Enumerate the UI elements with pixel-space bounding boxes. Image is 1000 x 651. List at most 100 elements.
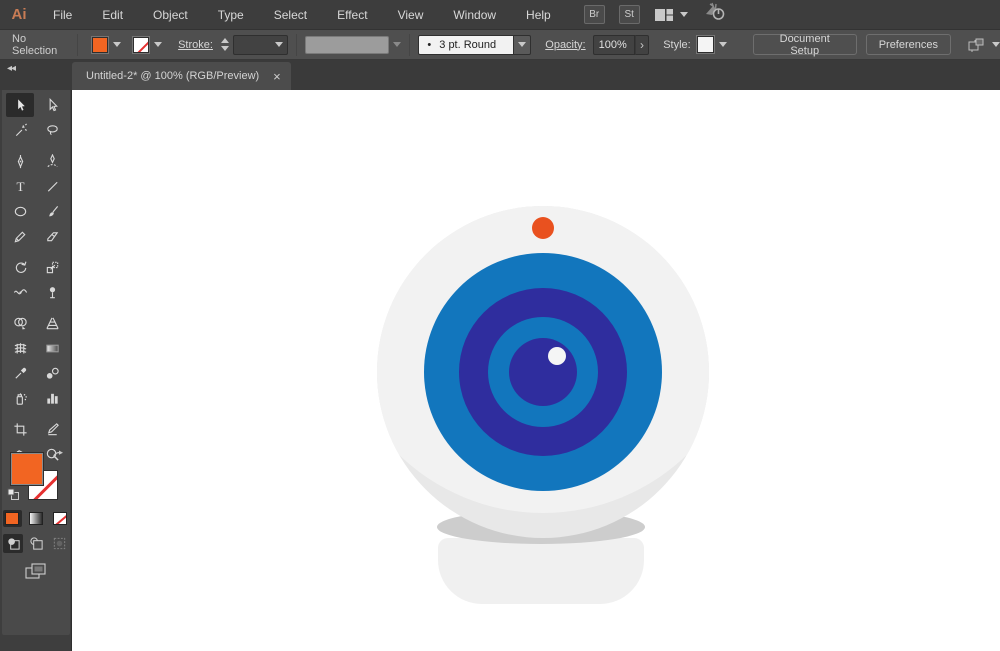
tool-eraser[interactable] [38, 224, 66, 248]
tool-direct-selection[interactable] [38, 93, 66, 117]
brush-value: 3 pt. Round [439, 38, 497, 51]
tool-artboard[interactable] [6, 417, 34, 441]
tool-slice[interactable] [38, 417, 66, 441]
chevron-down-icon [393, 42, 402, 47]
tool-column-graph[interactable] [38, 386, 66, 410]
collapse-panel-button[interactable]: ◂◂ [7, 63, 16, 74]
fill-indicator[interactable] [10, 452, 44, 486]
gradient-mode-button[interactable] [27, 510, 46, 527]
arrange-documents-icon [654, 8, 673, 21]
brush-chevron-button[interactable] [514, 34, 532, 55]
menu-object[interactable]: Object [143, 0, 198, 30]
tool-ellipse[interactable] [6, 199, 34, 223]
webcam-lens-pupil[interactable] [509, 338, 577, 406]
tool-type[interactable]: T [6, 174, 34, 198]
webcam-lens-ring-indigo[interactable] [459, 288, 627, 456]
style-swatch[interactable] [696, 36, 714, 53]
opacity-input[interactable]: 100% [592, 34, 635, 55]
color-mode-row [2, 510, 70, 527]
main-area: T [0, 90, 1000, 651]
tool-symbol-sprayer[interactable] [6, 386, 34, 410]
slice-knife-icon [47, 422, 59, 435]
menu-edit[interactable]: Edit [92, 0, 133, 30]
arrange-documents-button[interactable] [654, 8, 688, 22]
chevron-down-icon [518, 42, 527, 47]
stroke-width-stepper[interactable] [220, 38, 229, 51]
opacity-panel-link[interactable]: Opacity: [545, 39, 585, 51]
menu-window[interactable]: Window [443, 0, 506, 30]
tool-line-segment[interactable] [38, 174, 66, 198]
tool-perspective-grid[interactable] [38, 311, 66, 335]
stroke-panel-link[interactable]: Stroke: [178, 39, 213, 51]
tool-lasso[interactable] [38, 118, 66, 142]
menu-items: File Edit Object Type Select Effect View… [38, 0, 566, 30]
webcam-lens-highlight [548, 347, 566, 365]
line-segment-icon [47, 181, 58, 192]
none-mode-button[interactable] [51, 510, 70, 527]
draw-behind-button[interactable] [26, 534, 46, 553]
touch-workspace-button[interactable] [702, 2, 728, 27]
tool-eyedropper[interactable] [6, 361, 34, 385]
close-tab-button[interactable]: × [273, 70, 281, 83]
step-up-icon[interactable] [220, 38, 229, 43]
fill-color-swatch[interactable] [92, 36, 109, 53]
menu-select[interactable]: Select [264, 0, 317, 30]
draw-normal-button[interactable] [3, 534, 23, 553]
stroke-width-dropdown[interactable] [232, 34, 289, 55]
tool-curvature[interactable] [38, 149, 66, 173]
tool-pen[interactable] [6, 149, 34, 173]
align-panel-menu[interactable] [967, 37, 1000, 53]
tool-scale[interactable] [38, 255, 66, 279]
chevron-down-icon[interactable] [113, 42, 122, 47]
stroke-color-dropdown[interactable] [133, 36, 163, 53]
stock-button[interactable]: St [618, 5, 640, 24]
tool-gradient[interactable] [38, 336, 66, 360]
tool-shaper[interactable] [6, 224, 34, 248]
change-screen-mode-button[interactable] [2, 562, 70, 581]
tool-rotate[interactable] [6, 255, 34, 279]
color-mode-button[interactable] [2, 510, 22, 527]
style-dropdown[interactable] [696, 36, 727, 53]
webcam-led-dot[interactable] [532, 217, 554, 239]
brush-field[interactable]: • 3 pt. Round [418, 34, 515, 55]
swap-fill-stroke-icon[interactable] [52, 450, 65, 462]
chevron-down-icon[interactable] [154, 42, 163, 47]
tool-width[interactable] [6, 280, 34, 304]
step-down-icon[interactable] [220, 46, 229, 51]
tool-magic-wand[interactable] [6, 118, 34, 142]
document-tab[interactable]: Untitled-2* @ 100% (RGB/Preview) × [72, 62, 291, 90]
menu-help[interactable]: Help [516, 0, 561, 30]
separator [296, 33, 298, 56]
opacity-slider-button[interactable]: › [634, 34, 650, 55]
perspective-grid-icon [45, 317, 59, 329]
brush-definition-dropdown[interactable]: • 3 pt. Round [418, 34, 532, 55]
preferences-button[interactable]: Preferences [865, 34, 951, 55]
tool-puppet-warp[interactable] [38, 280, 66, 304]
menu-file[interactable]: File [43, 0, 82, 30]
document-tab-title: Untitled-2* @ 100% (RGB/Preview) [86, 70, 260, 82]
canvas[interactable] [72, 90, 1000, 651]
stroke-none-swatch[interactable] [133, 36, 150, 53]
menu-effect[interactable]: Effect [327, 0, 377, 30]
webcam-lens-outer[interactable] [424, 253, 662, 491]
chevron-down-icon[interactable] [718, 42, 727, 47]
tool-dock-header: ◂◂ [0, 60, 72, 90]
tool-mesh[interactable] [6, 336, 34, 360]
mesh-icon [14, 342, 26, 353]
webcam-base[interactable] [438, 538, 644, 604]
tool-selection[interactable] [6, 93, 34, 117]
eyedropper-icon [14, 367, 26, 379]
webcam-lens-ring-blue[interactable] [488, 317, 598, 427]
default-fill-stroke-icon[interactable] [7, 488, 20, 501]
menu-view[interactable]: View [388, 0, 434, 30]
webcam-sphere[interactable] [377, 206, 709, 538]
tool-paintbrush[interactable] [38, 199, 66, 223]
menu-type[interactable]: Type [208, 0, 254, 30]
chevron-down-icon[interactable] [992, 42, 1000, 47]
document-setup-button[interactable]: Document Setup [752, 33, 857, 57]
tool-blend[interactable] [38, 361, 66, 385]
tool-shape-builder[interactable] [6, 311, 34, 335]
bridge-button[interactable]: Br [583, 5, 605, 24]
illustrator-logo: Ai [11, 6, 27, 23]
fill-color-dropdown[interactable] [92, 36, 122, 53]
